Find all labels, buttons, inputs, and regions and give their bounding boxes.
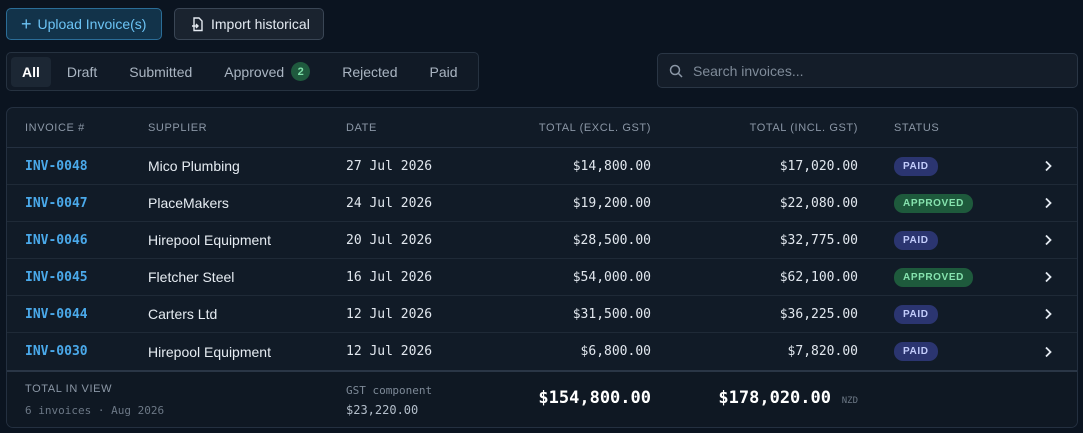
total-excl-gst: $54,000.00 [572, 269, 651, 285]
total-excl-gst: $6,800.00 [580, 344, 651, 359]
chevron-right-icon[interactable] [1043, 308, 1053, 320]
total-excl-gst: $31,500.00 [572, 306, 651, 322]
total-incl-gst: $17,020.00 [779, 158, 858, 174]
chevron-right-icon[interactable] [1043, 346, 1053, 358]
grand-total-incl-gst: $178,020.00 [718, 388, 831, 408]
status-badge: PAID [894, 304, 938, 324]
supplier-name: Hirepool Equipment [148, 232, 271, 248]
tab-approved[interactable]: Approved 2 [208, 57, 326, 87]
total-incl-gst: $62,100.00 [779, 269, 858, 285]
invoice-number-link[interactable]: INV-0046 [25, 233, 88, 248]
total-excl-gst: $19,200.00 [572, 195, 651, 211]
search-icon [669, 64, 683, 78]
tab-rejected[interactable]: Rejected [326, 57, 413, 87]
total-incl-gst: $7,820.00 [787, 344, 858, 359]
status-badge: APPROVED [894, 267, 973, 287]
upload-invoices-label: Upload Invoice(s) [37, 16, 147, 32]
table-row[interactable]: INV-0046 Hirepool Equipment 20 Jul 2026 … [7, 222, 1077, 259]
chevron-right-icon[interactable] [1043, 197, 1053, 209]
search-box [657, 53, 1078, 88]
invoice-date: 27 Jul 2026 [346, 158, 433, 174]
invoice-number-link[interactable]: INV-0047 [25, 196, 88, 211]
invoice-date: 12 Jul 2026 [346, 344, 433, 359]
header-total-incl-gst: TOTAL (INCL. GST) [749, 121, 858, 134]
tab-submitted[interactable]: Submitted [113, 57, 208, 87]
status-badge: PAID [894, 156, 938, 176]
total-incl-gst: $36,225.00 [779, 306, 858, 322]
import-historical-label: Import historical [211, 16, 310, 32]
supplier-name: PlaceMakers [148, 195, 229, 211]
total-excl-gst: $28,500.00 [572, 232, 651, 248]
table-row[interactable]: INV-0045 Fletcher Steel 16 Jul 2026 $54,… [7, 259, 1077, 296]
total-excl-gst: $14,800.00 [572, 158, 651, 174]
invoice-date: 20 Jul 2026 [346, 232, 433, 248]
invoice-number-link[interactable]: INV-0045 [25, 270, 88, 285]
status-tabs: All Draft Submitted Approved 2 Rejected … [6, 52, 479, 91]
table-row[interactable]: INV-0048 Mico Plumbing 27 Jul 2026 $14,8… [7, 148, 1077, 185]
currency-code: NZD [841, 396, 858, 406]
header-status: STATUS [894, 121, 940, 134]
file-import-icon [192, 16, 203, 31]
chevron-right-icon[interactable] [1043, 234, 1053, 246]
table-header: INVOICE # SUPPLIER DATE TOTAL (EXCL. GST… [7, 108, 1077, 148]
invoice-number-link[interactable]: INV-0048 [25, 159, 88, 174]
tab-draft[interactable]: Draft [51, 57, 113, 87]
gst-component-value: $23,220.00 [346, 403, 419, 417]
tab-all[interactable]: All [11, 56, 51, 87]
header-supplier: SUPPLIER [148, 121, 208, 134]
header-invoice-number: INVOICE # [25, 121, 85, 134]
invoice-table: INVOICE # SUPPLIER DATE TOTAL (EXCL. GST… [6, 107, 1078, 428]
total-incl-gst: $22,080.00 [779, 195, 858, 211]
header-date: DATE [346, 121, 377, 134]
table-row[interactable]: INV-0044 Carters Ltd 12 Jul 2026 $31,500… [7, 296, 1077, 333]
invoice-date: 12 Jul 2026 [346, 306, 433, 322]
supplier-name: Fletcher Steel [148, 269, 235, 285]
tab-approved-label: Approved [224, 63, 285, 80]
total-in-view-subtitle: 6 invoices · Aug 2026 [25, 404, 165, 417]
invoice-date: 24 Jul 2026 [346, 195, 433, 211]
supplier-name: Mico Plumbing [148, 158, 240, 174]
total-incl-gst: $32,775.00 [779, 232, 858, 248]
table-row[interactable]: INV-0047 PlaceMakers 24 Jul 2026 $19,200… [7, 185, 1077, 222]
grand-total-excl-gst: $154,800.00 [538, 388, 651, 408]
tab-paid[interactable]: Paid [413, 57, 473, 87]
status-badge: APPROVED [894, 193, 973, 213]
upload-invoices-button[interactable]: + Upload Invoice(s) [6, 8, 162, 40]
total-in-view-label: TOTAL IN VIEW [25, 383, 113, 395]
gst-component-label: GST component [346, 384, 433, 397]
chevron-right-icon[interactable] [1043, 271, 1053, 283]
chevron-right-icon[interactable] [1043, 160, 1053, 172]
search-input[interactable] [693, 62, 1053, 79]
toolbar: + Upload Invoice(s) Import historical [6, 8, 324, 40]
approved-count-badge: 2 [291, 62, 311, 81]
status-badge: PAID [894, 230, 938, 250]
import-historical-button[interactable]: Import historical [174, 8, 324, 40]
totals-footer: TOTAL IN VIEW 6 invoices · Aug 2026 GST … [7, 370, 1077, 427]
invoice-date: 16 Jul 2026 [346, 269, 433, 285]
status-badge: PAID [894, 342, 938, 361]
header-total-excl-gst: TOTAL (EXCL. GST) [538, 121, 651, 134]
invoice-number-link[interactable]: INV-0030 [25, 344, 88, 359]
table-row[interactable]: INV-0030 Hirepool Equipment 12 Jul 2026 … [7, 333, 1077, 370]
supplier-name: Hirepool Equipment [148, 343, 271, 360]
plus-icon: + [21, 14, 32, 34]
supplier-name: Carters Ltd [148, 306, 218, 322]
invoice-number-link[interactable]: INV-0044 [25, 307, 88, 322]
